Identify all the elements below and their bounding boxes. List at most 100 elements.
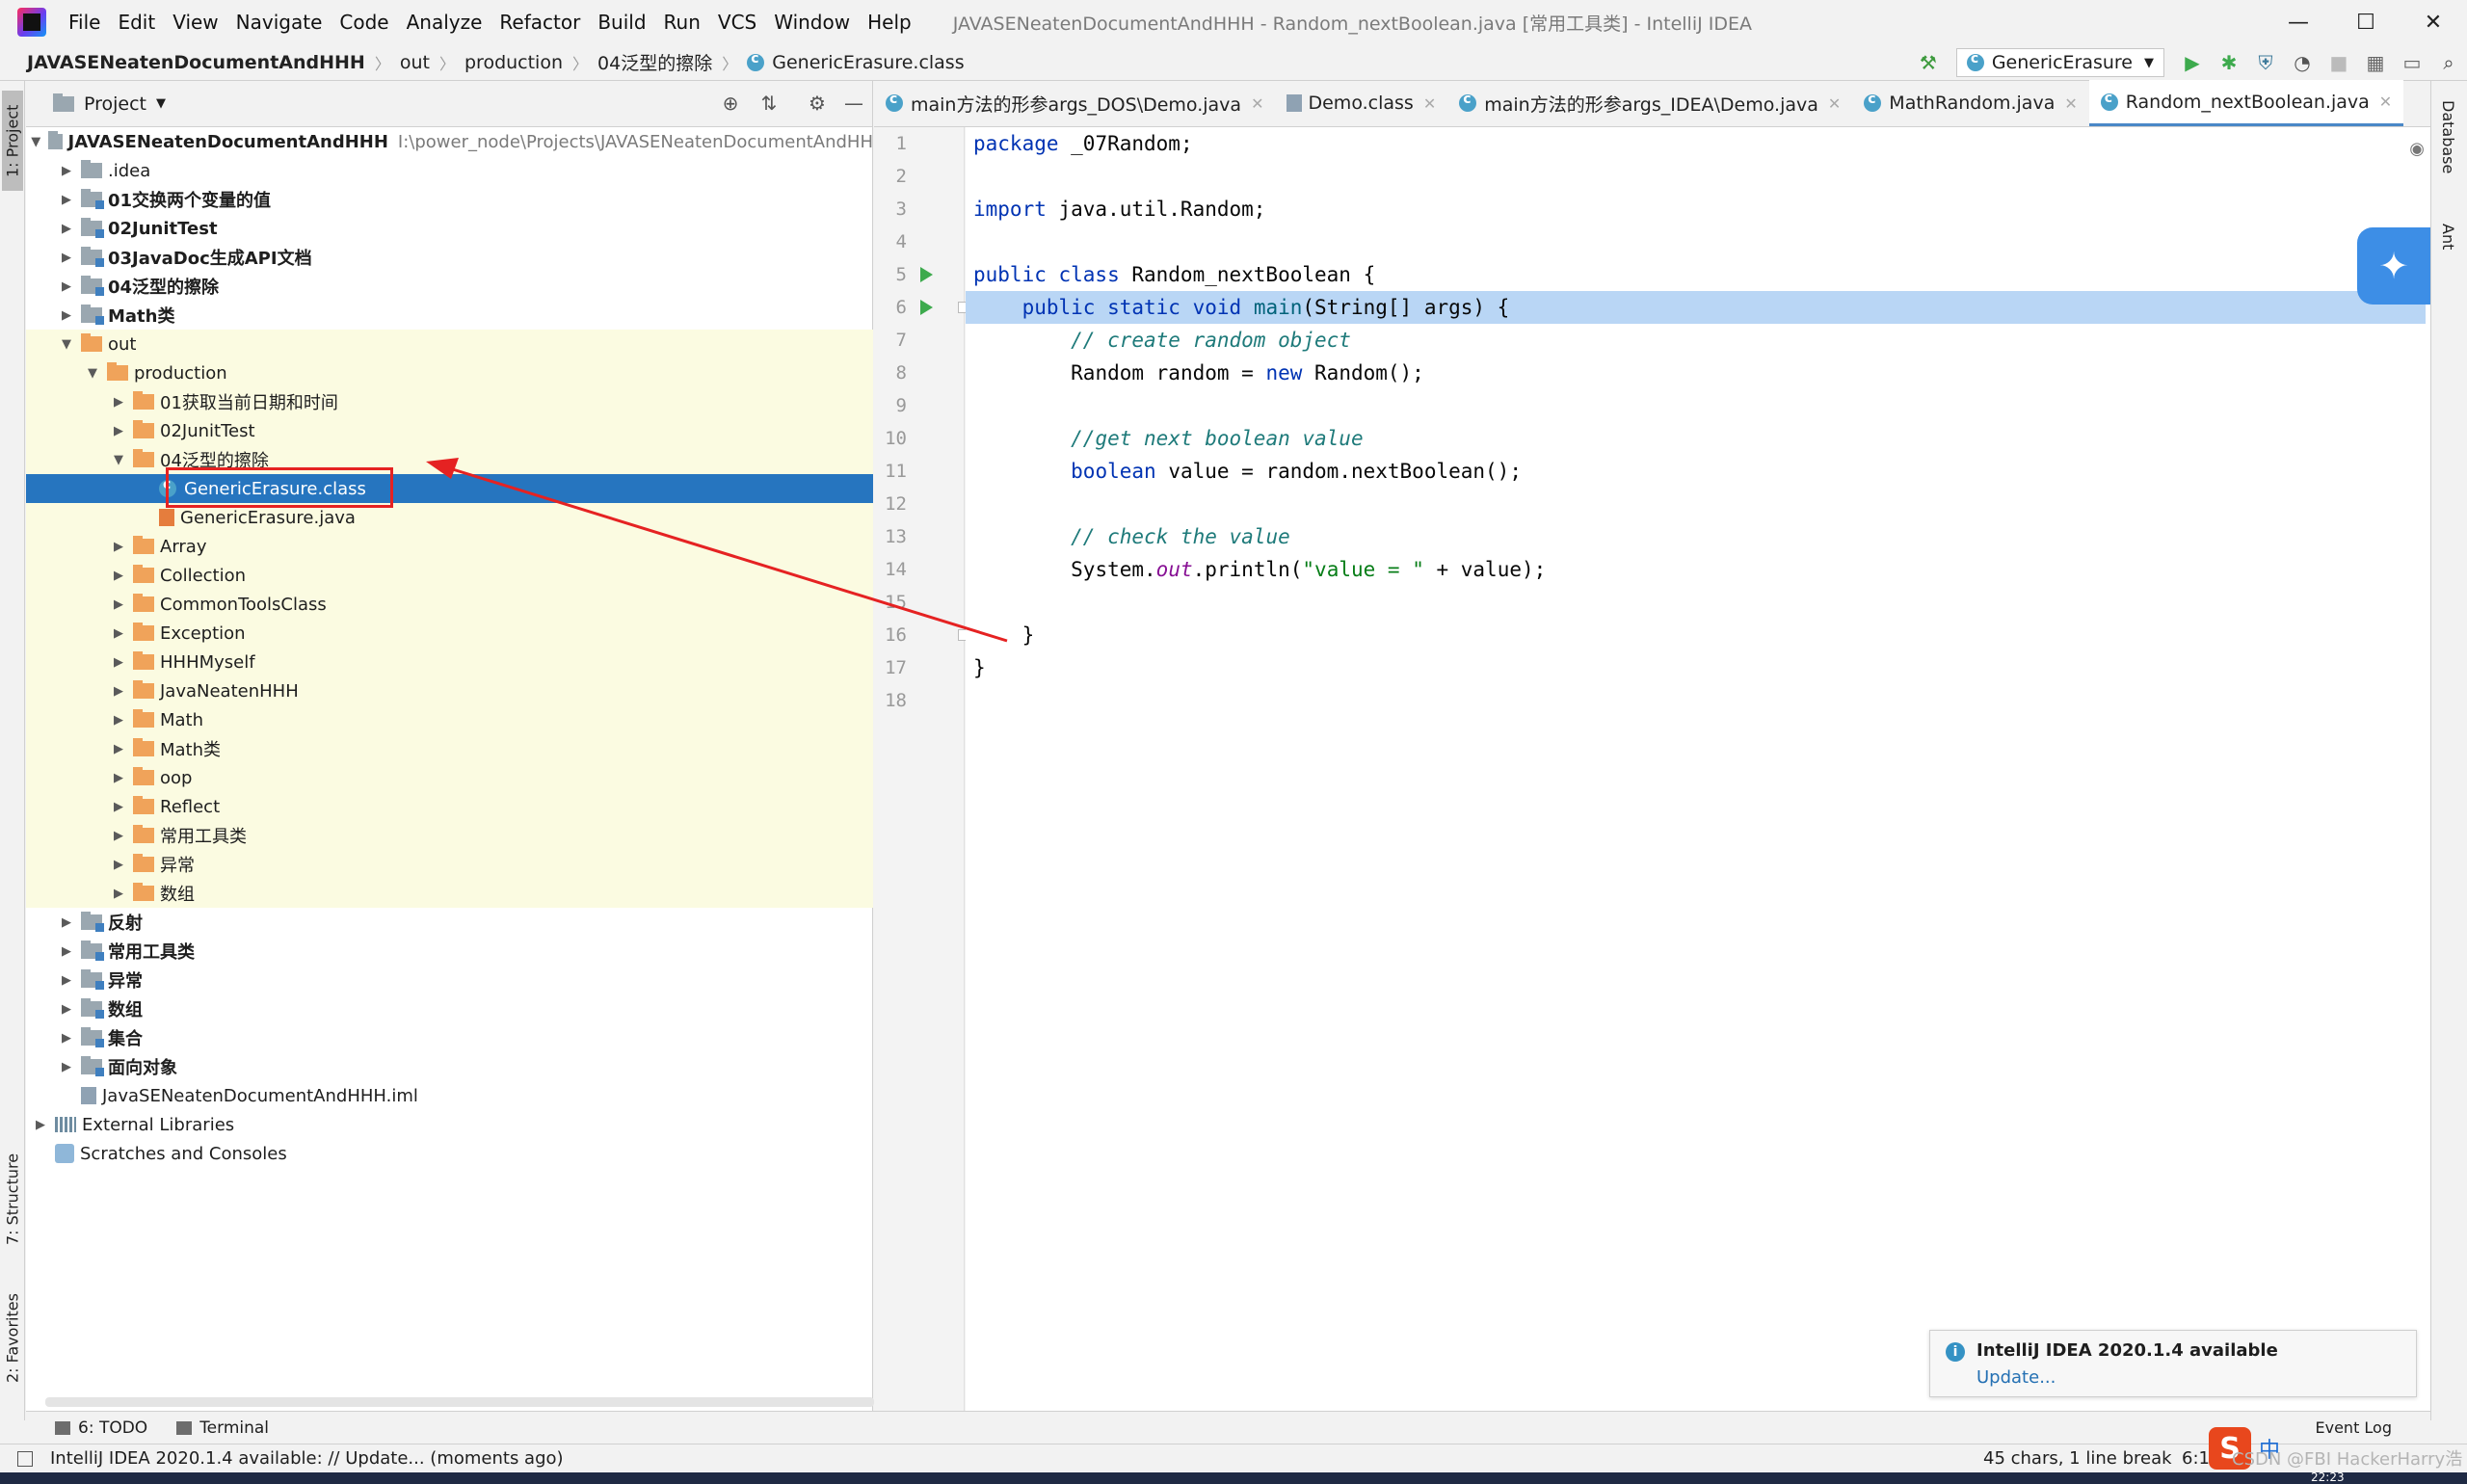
caret-position[interactable]: 6:1 <box>2182 1448 2210 1469</box>
collapsed-arrow-icon[interactable]: ▶ <box>60 251 73 265</box>
minimize-icon[interactable]: — <box>2265 0 2332 44</box>
menu-analyze[interactable]: Analyze <box>407 11 483 34</box>
build-hammer-icon[interactable]: ⚒ <box>1913 47 1944 78</box>
tool-tab-structure[interactable]: 7: Structure <box>2 1141 23 1257</box>
close-tab-icon[interactable]: ✕ <box>2064 94 2077 113</box>
floating-assistant-icon[interactable]: ✦ <box>2357 227 2430 305</box>
tree-item[interactable]: ▼ JAVASENeatenDocumentAndHHH I:\power_node… <box>26 127 873 156</box>
collapse-all-icon[interactable]: ⇅ <box>756 91 782 116</box>
tree-item[interactable]: ▶ Math类 <box>26 734 873 763</box>
tree-item[interactable]: GenericErasure.java <box>26 503 873 532</box>
menu-run[interactable]: Run <box>664 11 701 34</box>
tree-item[interactable]: ▶ HHHMyself <box>26 648 873 676</box>
tab-math-random[interactable]: MathRandom.java ✕ <box>1852 80 2088 126</box>
tree-item[interactable]: ▶ Reflect <box>26 792 873 821</box>
tree-item[interactable]: ▶ 常用工具类 <box>26 821 873 850</box>
tree-item[interactable]: ▶ Math <box>26 705 873 734</box>
chevron-down-icon[interactable]: ▼ <box>156 96 166 111</box>
tree-item[interactable]: ▼ production <box>26 358 873 387</box>
menu-code[interactable]: Code <box>339 11 388 34</box>
tool-tab-database[interactable]: Database <box>2439 100 2457 173</box>
collapsed-arrow-icon[interactable]: ▶ <box>112 626 125 641</box>
profile-icon[interactable]: ◔ <box>2287 47 2318 78</box>
collapsed-arrow-icon[interactable]: ▶ <box>112 713 125 728</box>
tree-item[interactable]: ▼ out <box>26 330 873 358</box>
tree-item[interactable]: ▶ 02JunitTest <box>26 416 873 445</box>
expanded-arrow-icon[interactable]: ▼ <box>60 337 73 352</box>
terminal-tab[interactable]: Terminal <box>176 1418 269 1438</box>
tree-item[interactable]: ▶ .idea <box>26 156 873 185</box>
tree-item[interactable]: ▶ 异常 <box>26 850 873 879</box>
collapsed-arrow-icon[interactable]: ▶ <box>60 1002 73 1017</box>
reader-mode-eye-icon[interactable]: ◉ <box>2409 139 2425 159</box>
coverage-icon[interactable]: ⛨ <box>2250 47 2281 78</box>
maximize-icon[interactable]: ☐ <box>2332 0 2400 44</box>
status-toggle-icon[interactable] <box>17 1451 33 1467</box>
tab-demo-dos[interactable]: main方法的形参args_DOS\Demo.java ✕ <box>874 80 1275 126</box>
collapsed-arrow-icon[interactable]: ▶ <box>60 193 73 207</box>
tree-item[interactable]: ▼ 04泛型的擦除 <box>26 445 873 474</box>
tool-tab-ant[interactable]: Ant <box>2439 224 2457 250</box>
run-gutter-icon[interactable] <box>920 267 933 282</box>
tree-item[interactable]: ▶ Math类 <box>26 301 873 330</box>
close-tab-icon[interactable]: ✕ <box>1251 94 1263 113</box>
run-gutter-icon[interactable] <box>920 300 933 315</box>
run-icon[interactable]: ▶ <box>2177 47 2208 78</box>
tree-item[interactable]: ▶ 反射 <box>26 908 873 937</box>
collapsed-arrow-icon[interactable]: ▶ <box>60 973 73 988</box>
collapsed-arrow-icon[interactable]: ▶ <box>112 395 125 410</box>
tree-item[interactable]: ▶ 04泛型的擦除 <box>26 272 873 301</box>
tree-item[interactable]: ▶ 面向对象 <box>26 1052 873 1081</box>
run-configuration-select[interactable]: GenericErasure ▼ <box>1955 48 2164 77</box>
project-structure-icon[interactable]: ▦ <box>2360 47 2391 78</box>
tree-item[interactable]: ▶ oop <box>26 763 873 792</box>
menu-window[interactable]: Window <box>774 11 850 34</box>
locate-target-icon[interactable]: ⊕ <box>718 91 743 116</box>
collapsed-arrow-icon[interactable]: ▶ <box>60 308 73 323</box>
hide-panel-icon[interactable]: — <box>841 91 866 116</box>
collapsed-arrow-icon[interactable]: ▶ <box>112 858 125 872</box>
collapsed-arrow-icon[interactable]: ▶ <box>34 1118 47 1132</box>
menu-build[interactable]: Build <box>597 11 646 34</box>
close-tab-icon[interactable]: ✕ <box>1423 94 1436 113</box>
tree-item[interactable]: ▶ JavaNeatenHHH <box>26 676 873 705</box>
menu-view[interactable]: View <box>172 11 218 34</box>
collapsed-arrow-icon[interactable]: ▶ <box>112 742 125 756</box>
tree-item[interactable]: ▶ 数组 <box>26 994 873 1023</box>
collapsed-arrow-icon[interactable]: ▶ <box>112 684 125 699</box>
presentation-icon[interactable]: ▭ <box>2397 47 2427 78</box>
tree-item[interactable]: ▶ 数组 <box>26 879 873 908</box>
collapsed-arrow-icon[interactable]: ▶ <box>112 655 125 670</box>
stop-icon[interactable]: ■ <box>2323 47 2354 78</box>
breadcrumb-project[interactable]: JAVASENeatenDocumentAndHHH <box>27 52 365 73</box>
collapsed-arrow-icon[interactable]: ▶ <box>60 279 73 294</box>
tool-tab-favorites[interactable]: 2: Favorites <box>2 1276 23 1401</box>
tree-item[interactable]: ▶ 常用工具类 <box>26 937 873 966</box>
debug-icon[interactable]: ✱ <box>2214 47 2244 78</box>
collapsed-arrow-icon[interactable]: ▶ <box>112 829 125 843</box>
tree-item[interactable]: ▶ 01交换两个变量的值 <box>26 185 873 214</box>
tree-item[interactable]: ▶ 03JavaDoc生成API文档 <box>26 243 873 272</box>
tree-item[interactable]: ▶ CommonToolsClass <box>26 590 873 619</box>
tree-item[interactable]: ▶ 异常 <box>26 966 873 994</box>
tree-item[interactable]: ▶ External Libraries <box>26 1110 873 1139</box>
tree-item[interactable]: ▶ 01获取当前日期和时间 <box>26 387 873 416</box>
tree-item[interactable]: ▶ 集合 <box>26 1023 873 1052</box>
update-link[interactable]: Update... <box>1976 1367 2056 1388</box>
collapsed-arrow-icon[interactable]: ▶ <box>112 424 125 438</box>
tree-item[interactable]: ▶ Array <box>26 532 873 561</box>
menu-help[interactable]: Help <box>867 11 912 34</box>
close-tab-icon[interactable]: ✕ <box>1828 94 1841 113</box>
horizontal-scrollbar[interactable] <box>45 1397 874 1407</box>
tree-item[interactable]: ▶ Collection <box>26 561 873 590</box>
tree-item[interactable]: ▶ 02JunitTest <box>26 214 873 243</box>
tree-item[interactable]: Scratches and Consoles <box>26 1139 873 1168</box>
collapsed-arrow-icon[interactable]: ▶ <box>112 771 125 785</box>
expanded-arrow-icon[interactable]: ▼ <box>31 135 40 149</box>
close-tab-icon[interactable]: ✕ <box>2379 93 2392 111</box>
code-editor[interactable]: package _07Random; import java.util.Rand… <box>966 127 2430 1411</box>
collapsed-arrow-icon[interactable]: ▶ <box>112 887 125 901</box>
collapsed-arrow-icon[interactable]: ▶ <box>112 569 125 583</box>
expanded-arrow-icon[interactable]: ▼ <box>86 366 99 381</box>
menu-navigate[interactable]: Navigate <box>236 11 323 34</box>
